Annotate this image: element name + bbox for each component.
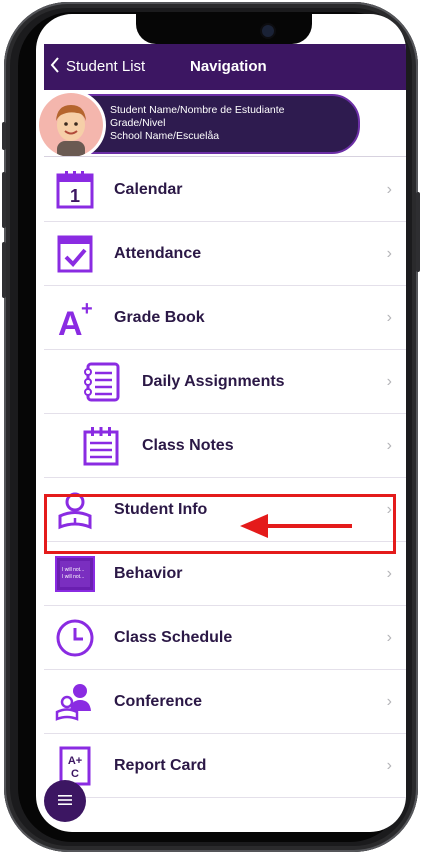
- svg-text:+: +: [81, 298, 93, 320]
- chevron-right-icon: ›: [386, 692, 392, 710]
- divider: [44, 156, 406, 157]
- menu-item-class-schedule[interactable]: Class Schedule ›: [44, 606, 406, 670]
- menu-item-daily-assignments[interactable]: Daily Assignments ›: [44, 350, 406, 414]
- chevron-right-icon: ›: [386, 756, 392, 774]
- menu-item-label: Calendar: [114, 180, 183, 198]
- clock-icon: [54, 617, 96, 659]
- menu-item-class-notes[interactable]: Class Notes ›: [44, 414, 406, 478]
- menu-item-label: Grade Book: [114, 308, 205, 326]
- menu-item-calendar[interactable]: 1 Calendar ›: [44, 158, 406, 222]
- chevron-right-icon: ›: [386, 564, 392, 582]
- menu-item-label: Behavior: [114, 564, 183, 582]
- student-school: School Name/Escuelåa: [110, 130, 220, 142]
- screen: Student List Navigation Student Name/Nom…: [36, 14, 406, 832]
- svg-text:I will not...: I will not...: [62, 567, 84, 573]
- svg-text:I will not...: I will not...: [62, 574, 84, 580]
- menu-item-report-card[interactable]: A+ C Report Card ›: [44, 734, 406, 798]
- avatar-icon: [39, 93, 103, 157]
- svg-text:1: 1: [70, 186, 80, 206]
- volume-down-button: [2, 242, 6, 298]
- class-notes-icon: [80, 425, 122, 467]
- chevron-right-icon: ›: [386, 180, 392, 198]
- menu-item-grade-book[interactable]: A + Grade Book ›: [44, 286, 406, 350]
- student-avatar: [36, 90, 106, 160]
- menu-item-label: Conference: [114, 692, 203, 710]
- menu-item-label: Report Card: [114, 756, 207, 774]
- chevron-right-icon: ›: [386, 628, 392, 646]
- behavior-icon: I will not... I will not...: [54, 553, 96, 595]
- menu-item-label: Attendance: [114, 244, 202, 262]
- student-info-icon: [54, 489, 96, 531]
- chevron-right-icon: ›: [386, 308, 392, 326]
- student-grade: Grade/Nivel: [110, 117, 166, 129]
- menu-item-label: Daily Assignments: [142, 372, 285, 390]
- mute-switch: [2, 122, 6, 150]
- chevron-left-icon: [50, 57, 60, 75]
- front-camera: [260, 23, 276, 39]
- menu-item-label: Class Notes: [142, 436, 234, 454]
- page-title: Navigation: [190, 58, 267, 75]
- menu-item-conference[interactable]: Conference ›: [44, 670, 406, 734]
- chevron-right-icon: ›: [386, 436, 392, 454]
- chevron-right-icon: ›: [386, 500, 392, 518]
- menu-item-label: Student Info: [114, 500, 208, 518]
- student-card[interactable]: Student Name/Nombre de Estudiante Grade/…: [36, 90, 360, 160]
- conference-icon: [54, 681, 96, 723]
- menu-item-label: Class Schedule: [114, 628, 233, 646]
- chevron-right-icon: ›: [386, 372, 392, 390]
- power-button: [416, 192, 420, 272]
- student-name: Student Name/Nombre de Estudiante: [110, 104, 285, 116]
- menu-fab-button[interactable]: [44, 780, 86, 822]
- navigation-menu: 1 Calendar › Attendance › A + Grade Book…: [44, 158, 406, 798]
- pointer-arrow-icon: [240, 514, 352, 538]
- svg-text:C: C: [71, 768, 79, 780]
- menu-item-behavior[interactable]: I will not... I will not... Behavior ›: [44, 542, 406, 606]
- back-label: Student List: [66, 57, 146, 75]
- navigation-bar: Student List Navigation: [44, 44, 406, 90]
- notch: [136, 14, 312, 44]
- chevron-right-icon: ›: [386, 244, 392, 262]
- svg-text:A+: A+: [68, 755, 82, 767]
- menu-item-attendance[interactable]: Attendance ›: [44, 222, 406, 286]
- volume-up-button: [2, 172, 6, 228]
- attendance-icon: [54, 233, 96, 275]
- svg-text:A: A: [58, 305, 83, 339]
- gradebook-icon: A +: [54, 297, 96, 339]
- hamburger-icon: [58, 793, 72, 809]
- back-button[interactable]: Student List: [50, 57, 145, 75]
- daily-assignments-icon: [80, 361, 122, 403]
- calendar-icon: 1: [54, 169, 96, 211]
